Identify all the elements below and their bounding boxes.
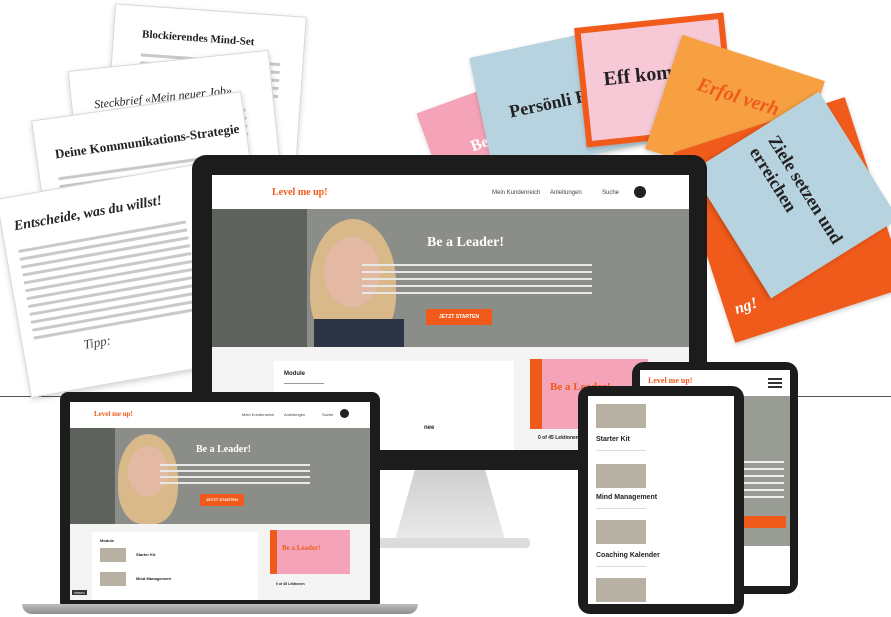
- laptop-screen: Level me up! Mein Kundenreich Anleitunge…: [70, 402, 370, 600]
- card-text: ng!: [732, 294, 760, 318]
- monitor-row-text: nee: [424, 425, 435, 431]
- site-logo[interactable]: Level me up!: [272, 187, 328, 198]
- worksheet-title: Blockierendes Mind-Set: [141, 28, 255, 49]
- module-thumb-coaching: [596, 520, 646, 544]
- monitor-stand: [395, 470, 505, 540]
- laptop-base: [22, 604, 418, 614]
- laptop-nav-kundenreich[interactable]: Mein Kundenreich: [242, 412, 274, 417]
- cta-button[interactable]: JETZT STARTEN: [426, 309, 492, 325]
- hero-banner: Be a Leader! JETZT STARTEN: [212, 209, 689, 347]
- module-thumb-starter: [596, 404, 646, 428]
- progress-text: 0 of 45 Lektionen: [538, 435, 579, 441]
- laptop-hero: Be a Leader! JETZT STARTEN: [70, 428, 370, 524]
- nav-suche[interactable]: Suche: [602, 190, 619, 196]
- laptop-cta-button[interactable]: JETZT STARTEN: [200, 494, 244, 506]
- hamburger-icon[interactable]: [768, 378, 782, 388]
- monitor-base: [370, 538, 530, 548]
- tablet-front-screen: Starter Kit Mind Management Coaching Kal…: [588, 396, 734, 604]
- card-text: Ziele setzen und erreichen: [745, 131, 848, 248]
- laptop-module-mind[interactable]: Mind Management: [136, 576, 171, 581]
- module-starter-kit[interactable]: Starter Kit: [596, 436, 630, 443]
- laptop-module-panel: Module Starter Kit Mind Management: [92, 532, 258, 600]
- nav-anleitungen[interactable]: Anleitungen: [550, 190, 582, 196]
- tip-label: Tipp:: [82, 332, 112, 352]
- laptop-nav-anleitungen[interactable]: Anleitungen: [284, 412, 305, 417]
- vimeo-badge: vimeo: [72, 590, 87, 595]
- module-mind-management[interactable]: Mind Management: [596, 494, 657, 501]
- laptop-avatar[interactable]: [340, 409, 349, 418]
- laptop-logo[interactable]: Level me up!: [94, 410, 133, 418]
- laptop-nav-suche[interactable]: Suche: [322, 412, 333, 417]
- module-coaching-kalender[interactable]: Coaching Kalender: [596, 552, 660, 559]
- laptop-pink-card[interactable]: Be a Leader!: [270, 530, 350, 574]
- nav-kundenreich[interactable]: Mein Kundenreich: [492, 190, 540, 196]
- hero-title: Be a Leader!: [427, 235, 504, 250]
- module-thumb-mind: [596, 464, 646, 488]
- avatar[interactable]: [634, 186, 646, 198]
- module-heading: Module: [284, 371, 305, 377]
- module-thumb-4: [596, 578, 646, 602]
- laptop-module-starter[interactable]: Starter Kit: [136, 552, 155, 557]
- laptop-hero-title: Be a Leader!: [196, 444, 251, 455]
